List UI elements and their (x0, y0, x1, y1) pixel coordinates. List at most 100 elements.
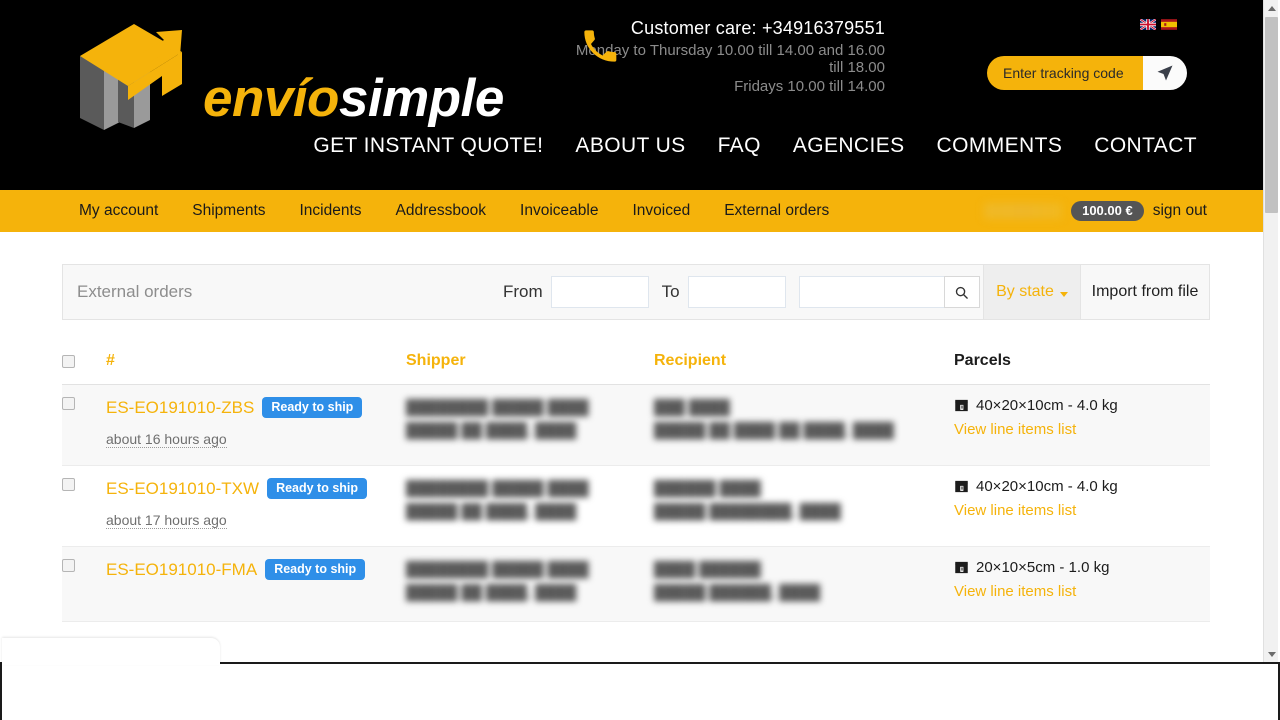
row-order-cell: ES-EO191010-TXW Ready to ship about 17 h… (106, 466, 406, 547)
parcel-dimensions: 40×20×10cm - 4.0 kg (976, 397, 1118, 414)
table-row: ES-EO191010-TXW Ready to ship about 17 h… (62, 466, 1210, 547)
parcel-dimensions: 40×20×10cm - 4.0 kg (976, 478, 1118, 495)
package-box-icon (954, 398, 969, 413)
nav-contact[interactable]: CONTACT (1094, 134, 1197, 158)
shipper-name: ████████ █████ ████ (406, 478, 654, 501)
shipper-name: ████████ █████ ████ (406, 397, 654, 420)
parcel-dimensions: 20×10×5cm - 1.0 kg (976, 559, 1109, 576)
tracking-submit-button[interactable] (1143, 56, 1187, 90)
by-state-dropdown[interactable]: By state (983, 265, 1081, 319)
customer-care-hours-weekday: Monday to Thursday 10.00 till 14.00 and … (575, 43, 885, 76)
search-icon (954, 285, 969, 300)
row-parcels-cell: 40×20×10cm - 4.0 kg View line items list (954, 385, 1210, 466)
from-label: From (503, 282, 543, 302)
import-from-file-button[interactable]: Import from file (1081, 265, 1209, 319)
subnav-item-invoiced[interactable]: Invoiced (627, 202, 695, 220)
tracking-form (987, 56, 1187, 90)
row-shipper-cell: ████████ █████ ████ █████ ██ ████, ████ (406, 385, 654, 466)
recipient-name: ██████ ████ (654, 478, 954, 501)
order-id-line: ES-EO191010-TXW Ready to ship (106, 478, 406, 499)
date-from-input[interactable] (551, 276, 649, 308)
status-badge: Ready to ship (267, 478, 367, 499)
shipper-address: █████ ██ ████, ████ (406, 420, 654, 443)
row-recipient-cell: ███ ████ █████ ██ ████ ██ ████, ████ (654, 385, 954, 466)
search-button[interactable] (944, 276, 980, 308)
row-parcels-cell: 20×10×5cm - 1.0 kg View line items list (954, 547, 1210, 622)
header-select-all (62, 346, 106, 385)
customer-care-phone: Customer care: +34916379551 (575, 16, 885, 40)
search-group (799, 276, 980, 308)
order-timeago[interactable]: about 16 hours ago (106, 431, 227, 448)
scroll-down-button[interactable] (1264, 646, 1279, 662)
header-order-number[interactable]: # (106, 346, 406, 385)
scroll-up-button[interactable] (1264, 0, 1279, 16)
flag-en-icon[interactable] (1140, 19, 1156, 30)
row-checkbox[interactable] (62, 478, 75, 491)
order-id-link[interactable]: ES-EO191010-TXW (106, 479, 259, 499)
order-timeago[interactable]: about 17 hours ago (106, 512, 227, 529)
header-parcels: Parcels (954, 346, 1210, 385)
external-orders-table: # Shipper Recipient Parcels ES-EO191010-… (62, 346, 1210, 622)
nav-about-us[interactable]: ABOUT US (575, 134, 685, 158)
row-shipper-cell: ████████ █████ ████ █████ ██ ████, ████ (406, 466, 654, 547)
order-id-line: ES-EO191010-ZBS Ready to ship (106, 397, 406, 418)
nav-agencies[interactable]: AGENCIES (793, 134, 905, 158)
customer-care-block: Customer care: +34916379551 Monday to Th… (575, 16, 885, 96)
flag-es-icon[interactable] (1161, 19, 1177, 30)
package-box-icon (954, 479, 969, 494)
username-redacted (984, 203, 1062, 219)
recipient-address: █████ ██████, ████ (654, 582, 954, 605)
row-select-cell (62, 547, 106, 622)
to-label: To (662, 282, 680, 302)
browser-bottom-bar (0, 662, 1280, 720)
row-recipient-cell: ████ ██████ █████ ██████, ████ (654, 547, 954, 622)
row-checkbox[interactable] (62, 397, 75, 410)
view-line-items-link[interactable]: View line items list (954, 583, 1076, 600)
header-shipper[interactable]: Shipper (406, 346, 654, 385)
row-checkbox[interactable] (62, 559, 75, 572)
account-balance-badge: 100.00 € (1071, 201, 1144, 221)
logo-text-simple: simple (339, 69, 504, 128)
nav-comments[interactable]: COMMENTS (937, 134, 1063, 158)
status-badge: Ready to ship (265, 559, 365, 580)
view-line-items-link[interactable]: View line items list (954, 502, 1076, 519)
table-header: # Shipper Recipient Parcels (62, 346, 1210, 385)
language-switcher (1140, 19, 1177, 30)
subnav-item-my-account[interactable]: My account (74, 202, 163, 220)
account-nav-user-area: 100.00 € sign out (984, 190, 1207, 232)
site-logo[interactable]: envíosimple (72, 18, 432, 130)
order-id-link[interactable]: ES-EO191010-FMA (106, 560, 257, 580)
view-line-items-link[interactable]: View line items list (954, 421, 1076, 438)
subnav-item-shipments[interactable]: Shipments (187, 202, 270, 220)
chevron-up-icon (1268, 6, 1276, 11)
subnav-item-external-orders[interactable]: External orders (719, 202, 834, 220)
chevron-down-icon (1060, 292, 1068, 297)
vertical-scrollbar[interactable] (1263, 0, 1278, 662)
download-shelf-tab[interactable] (2, 638, 220, 665)
sign-out-link[interactable]: sign out (1153, 202, 1207, 220)
subnav-item-addressbook[interactable]: Addressbook (391, 202, 491, 220)
nav-faq[interactable]: FAQ (718, 134, 761, 158)
row-parcels-cell: 40×20×10cm - 4.0 kg View line items list (954, 466, 1210, 547)
row-select-cell (62, 466, 106, 547)
order-id-link[interactable]: ES-EO191010-ZBS (106, 398, 254, 418)
page-title: External orders (63, 265, 503, 319)
recipient-address: █████ ████████, ████ (654, 501, 954, 524)
tracking-input[interactable] (987, 56, 1143, 90)
logo-wordmark: envíosimple (203, 68, 504, 129)
search-input[interactable] (799, 276, 944, 308)
subnav-item-invoiceable[interactable]: Invoiceable (515, 202, 603, 220)
table-header-row: # Shipper Recipient Parcels (62, 346, 1210, 385)
table-row: ES-EO191010-ZBS Ready to ship about 16 h… (62, 385, 1210, 466)
subnav-item-incidents[interactable]: Incidents (295, 202, 367, 220)
parcel-summary: 40×20×10cm - 4.0 kg (954, 478, 1210, 495)
parcel-summary: 20×10×5cm - 1.0 kg (954, 559, 1210, 576)
date-to-input[interactable] (688, 276, 786, 308)
header-recipient[interactable]: Recipient (654, 346, 954, 385)
shipper-address: █████ ██ ████, ████ (406, 501, 654, 524)
nav-get-instant-quote[interactable]: GET INSTANT QUOTE! (313, 134, 543, 158)
select-all-checkbox[interactable] (62, 355, 75, 368)
customer-care-hours-friday: Fridays 10.00 till 14.00 (575, 79, 885, 96)
scrollbar-thumb[interactable] (1265, 17, 1278, 213)
row-order-cell: ES-EO191010-FMA Ready to ship (106, 547, 406, 622)
